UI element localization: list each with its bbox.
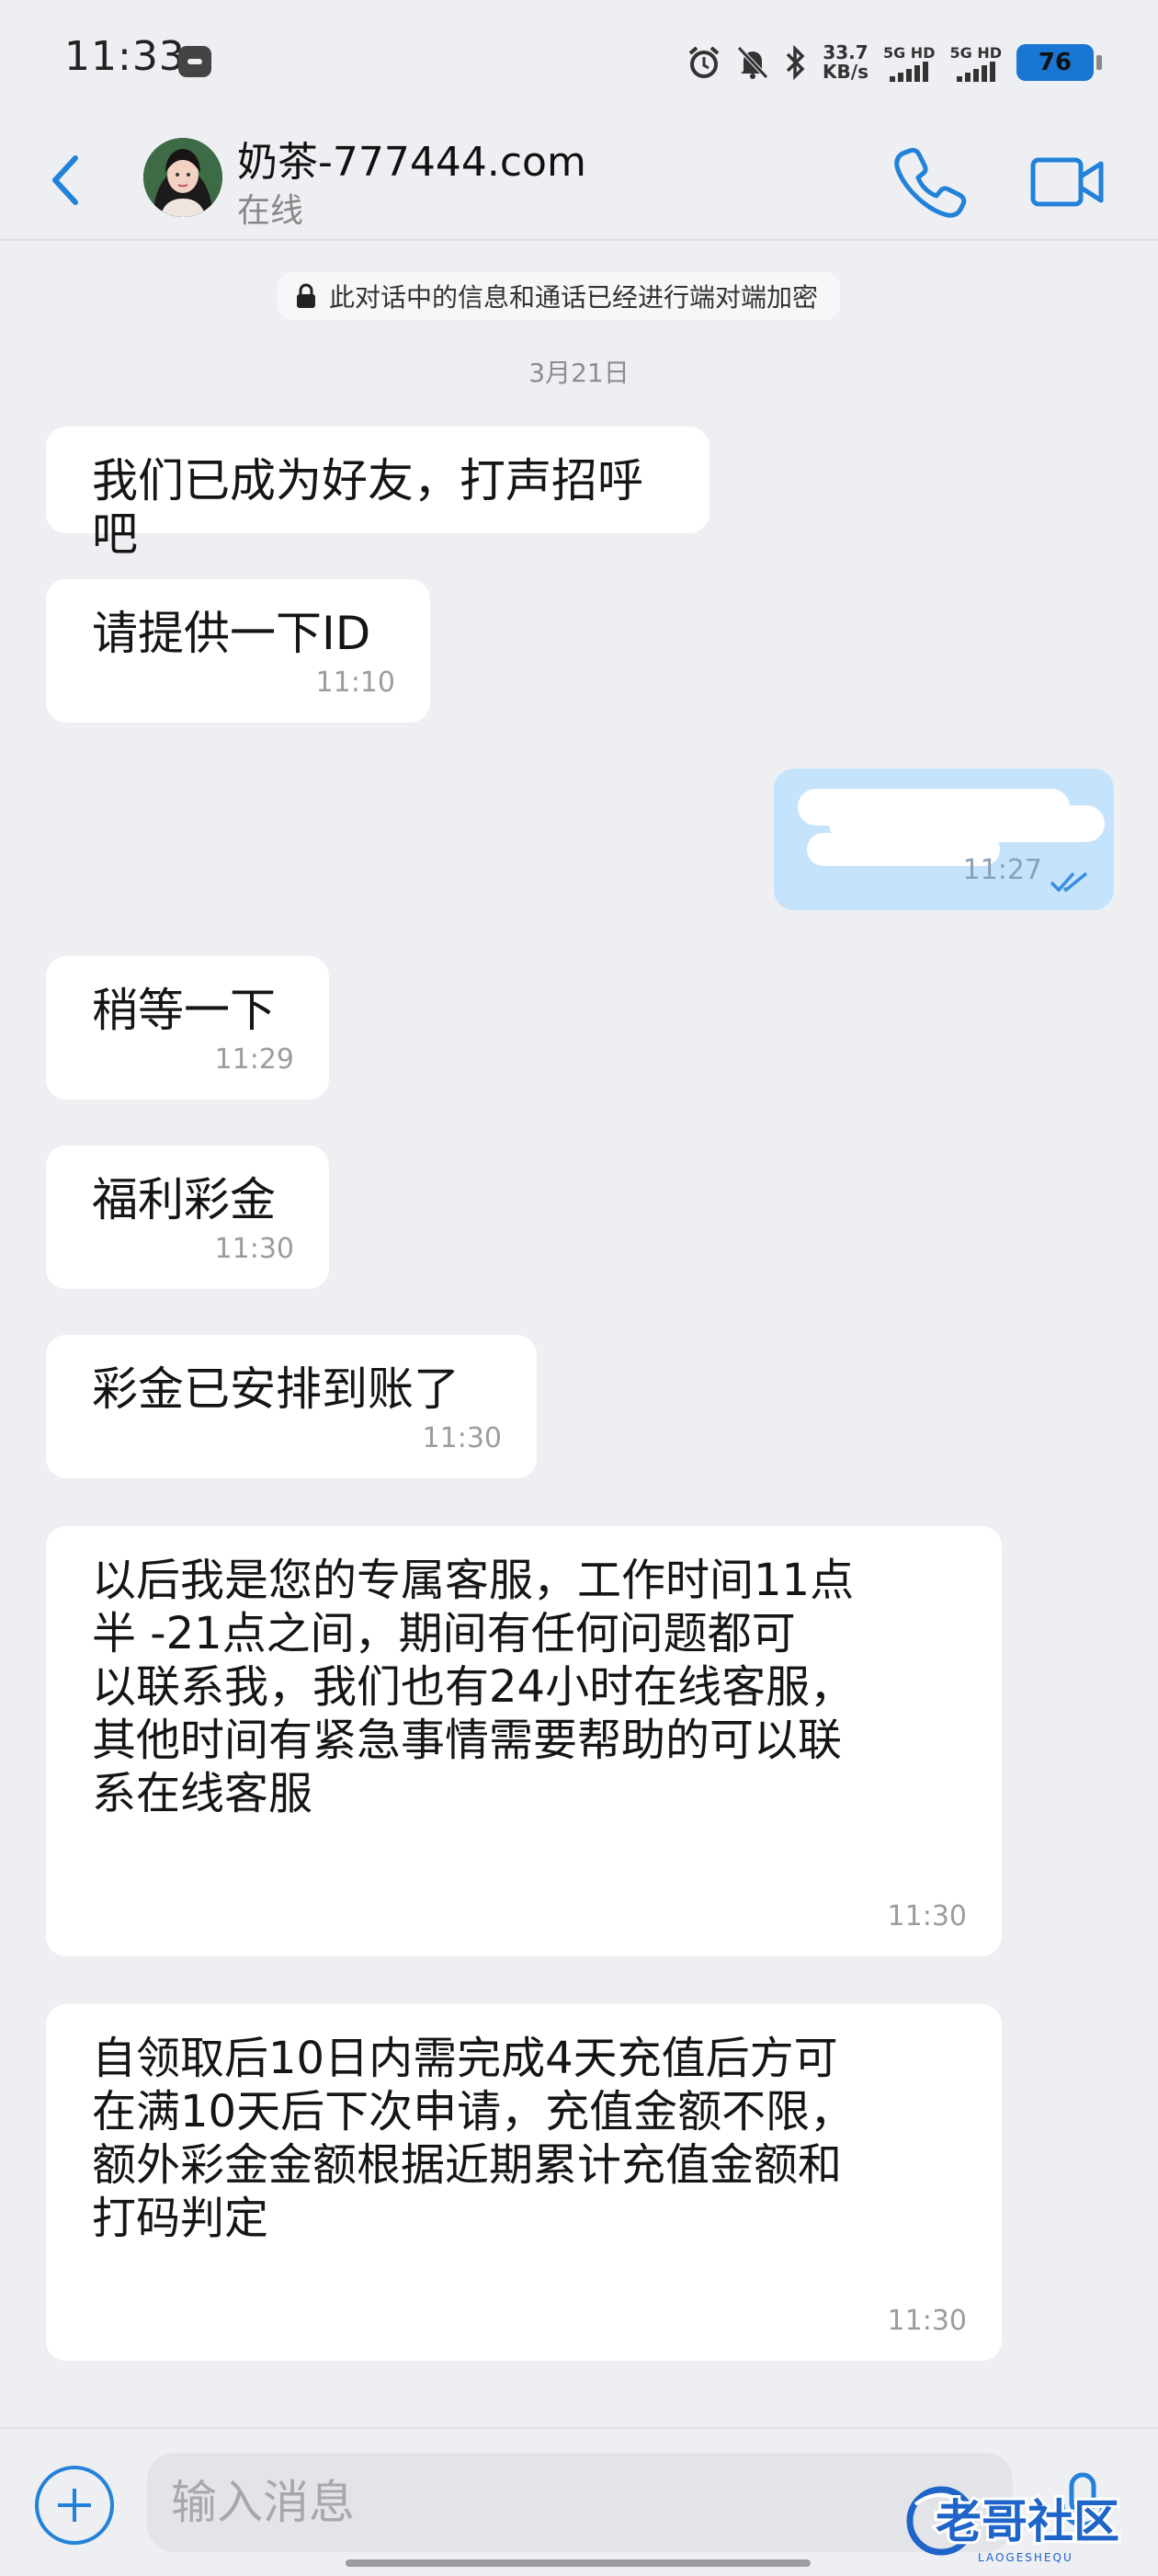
message-text: 稍等一下 [92,984,276,1037]
sim1-signal: 5G HD [882,43,936,82]
message-bubble-incoming[interactable]: 稍等一下 11:29 [46,956,329,1100]
contact-status: 在线 [237,192,304,230]
message-time: 11:30 [887,1900,967,1932]
mute-bell-icon [737,46,768,79]
message-input[interactable] [147,2453,1013,2552]
avatar-image [143,138,222,217]
message-bubble-incoming[interactable]: 我们已成为好友，打声招呼吧 [46,427,710,561]
message-text: 我们已成为好友，打声招呼吧 [92,454,643,561]
network-speed-unit: KB/s [823,61,868,83]
svg-text:LAOGESHEQU: LAOGESHEQU [978,2551,1073,2564]
message-time: 11:30 [214,1233,294,1265]
back-arrow-icon[interactable] [35,143,99,217]
date-separator: 3月21日 [528,358,630,388]
plus-icon[interactable] [35,2466,114,2545]
message-text: 请提供一下ID [92,607,371,660]
contact-name[interactable]: 奶茶-777444.com [237,129,586,188]
alarm-icon [688,46,720,78]
double-check-icon [1050,872,1088,893]
message-time: 11:30 [887,2305,967,2337]
message-text: 以后我是您的专属客服，工作时间11点 半 -21点之间，期间有任何问题都可 以联… [92,1555,855,1819]
message-bubble-incoming[interactable]: 自领取后10日内需完成4天充值后方可 在满10天后下次申请，充值金额不限， 额外… [46,2004,1002,2361]
message-time: 11:10 [315,667,395,699]
message-time: 11:27 [962,854,1042,886]
battery-indicator: 76 [1016,44,1102,81]
bluetooth-icon [786,45,805,80]
sim1-label: 5G HD [882,43,936,62]
message-text: 福利彩金 [92,1173,276,1226]
message-text: 自领取后10日内需完成4天充值后方可 在满10天后下次申请，充值金额不限， 额外… [92,2033,855,2244]
network-speed-value: 33.7 [823,41,868,63]
message-time: 11:29 [214,1043,294,1076]
contact-avatar[interactable] [143,138,222,217]
message-input-bar: 老哥社区 LAOGESHEQU [0,2427,1158,2576]
watermark-logo: 老哥社区 LAOGESHEQU [906,2486,1122,2564]
message-bubble-outgoing[interactable]: 11:27 [774,769,1114,910]
svg-text:老哥社区: 老哥社区 [936,2495,1119,2548]
signal-bars-icon [890,61,929,82]
status-time: 11:33 [64,33,186,80]
sim2-label: 5G HD [949,43,1002,62]
message-bubble-incoming[interactable]: 请提供一下ID 11:10 [46,579,430,723]
encryption-notice-text: 此对话中的信息和通话已经进行端对端加密 [329,282,819,313]
video-camera-icon[interactable] [1029,147,1107,217]
message-bubble-incoming[interactable]: 福利彩金 11:30 [46,1146,329,1289]
encryption-notice[interactable]: 此对话中的信息和通话已经进行端对端加密 [278,272,841,320]
lock-icon [297,283,315,308]
signal-bars-icon [956,61,995,82]
message-text: 彩金已安排到账了 [92,1362,460,1416]
status-icons: 33.7 KB/s 5G HD 5G HD 76 [687,37,1102,88]
network-speed: 33.7 KB/s [823,43,868,82]
home-indicator[interactable] [346,2559,811,2567]
phone-icon[interactable] [891,143,969,221]
chat-header: 奶茶-777444.com 在线 [0,120,1158,241]
sim2-signal: 5G HD [949,44,1002,82]
message-time: 11:30 [422,1422,502,1454]
message-bubble-incoming[interactable]: 彩金已安排到账了 11:30 [46,1335,537,1478]
message-bubble-incoming[interactable]: 以后我是您的专属客服，工作时间11点 半 -21点之间，期间有任何问题都可 以联… [46,1526,1002,1956]
status-bar: 11:33 33.7 KB/s 5G HD 5G HD 76 [0,0,1158,120]
notification-app-icon [178,46,211,77]
battery-level: 76 [1038,49,1073,76]
